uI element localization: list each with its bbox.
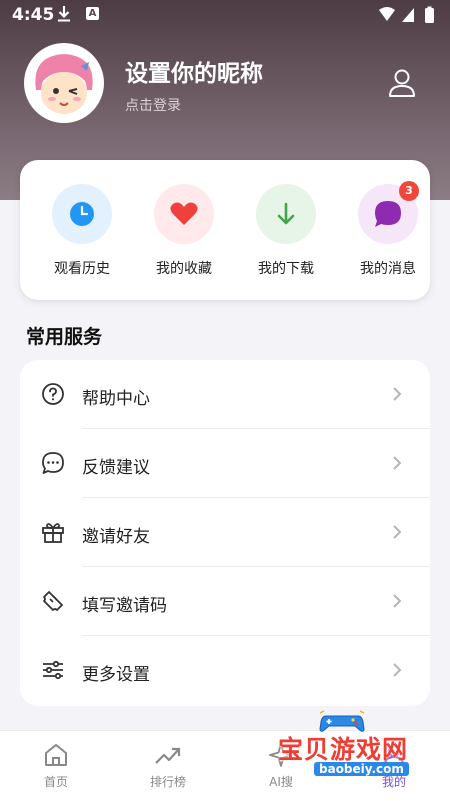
ticket-icon [43,591,63,611]
watermark-url: baobeiy.com [314,762,409,776]
tab-home[interactable]: 首页 [0,731,112,801]
downloads-button[interactable]: 我的下载 [246,184,326,284]
avatar[interactable] [24,43,104,123]
app-notification-icon: A [86,7,99,20]
services-section-title: 常用服务 [26,326,103,348]
trending-icon [155,747,181,764]
downloads-label: 我的下载 [258,261,314,277]
system-status-icons [379,6,434,23]
watermark-title: 宝贝游戏网 [278,735,409,764]
tab-home-label: 首页 [43,775,68,789]
status-bar: 4:45 A [0,0,450,30]
quick-actions-card: 观看历史 我的收藏 我的下载 3 我的消息 [20,160,430,300]
clock-icon [70,202,94,226]
invite-friends-row[interactable]: 邀请好友 [20,498,430,567]
more-settings-row[interactable]: 更多设置 [20,636,430,705]
messages-label: 我的消息 [360,261,416,277]
watch-history-label: 观看历史 [54,261,110,277]
user-profile-icon[interactable] [385,66,419,100]
chevron-right-icon [393,663,402,677]
help-center-row[interactable]: 帮助中心 [20,360,430,429]
invite-friends-label: 邀请好友 [82,527,150,547]
invite-code-row[interactable]: 填写邀请码 [20,567,430,636]
status-time: 4:45 [12,5,55,25]
login-hint[interactable]: 点击登录 [125,95,181,115]
download-icon [277,202,295,225]
chevron-right-icon [393,456,402,470]
gift-icon [42,523,64,543]
downloads-icon-bg [256,184,316,244]
heart-icon [170,202,198,225]
tab-ranking[interactable]: 排行榜 [112,731,224,801]
messages-button[interactable]: 3 我的消息 [348,181,428,284]
more-settings-label: 更多设置 [82,665,150,685]
favorites-icon-bg [154,184,214,244]
favorites-button[interactable]: 我的收藏 [144,184,224,284]
site-watermark: 宝贝游戏网 baobeiy.com [268,708,428,788]
watch-history-icon-bg [52,184,112,244]
cartoon-avatar-icon [27,46,101,120]
watch-history-button[interactable]: 观看历史 [42,184,122,284]
nickname-title[interactable]: 设置你的昵称 [125,54,263,88]
invite-code-label: 填写邀请码 [82,596,167,616]
message-count-badge: 3 [399,181,419,201]
feedback-label: 反馈建议 [82,458,150,478]
chat-dots-icon [42,452,64,474]
chevron-right-icon [393,525,402,539]
chevron-right-icon [393,387,402,401]
help-circle-icon [42,383,64,405]
home-icon [45,744,67,766]
chevron-right-icon [393,594,402,608]
feedback-row[interactable]: 反馈建议 [20,429,430,498]
help-center-label: 帮助中心 [82,389,150,409]
favorites-label: 我的收藏 [156,261,212,277]
services-list: 帮助中心 反馈建议 邀请好友 填写邀请码 更多设置 [20,360,430,706]
tab-ranking-label: 排行榜 [149,775,186,789]
sliders-icon [43,660,63,680]
download-notification-icon [58,6,70,22]
